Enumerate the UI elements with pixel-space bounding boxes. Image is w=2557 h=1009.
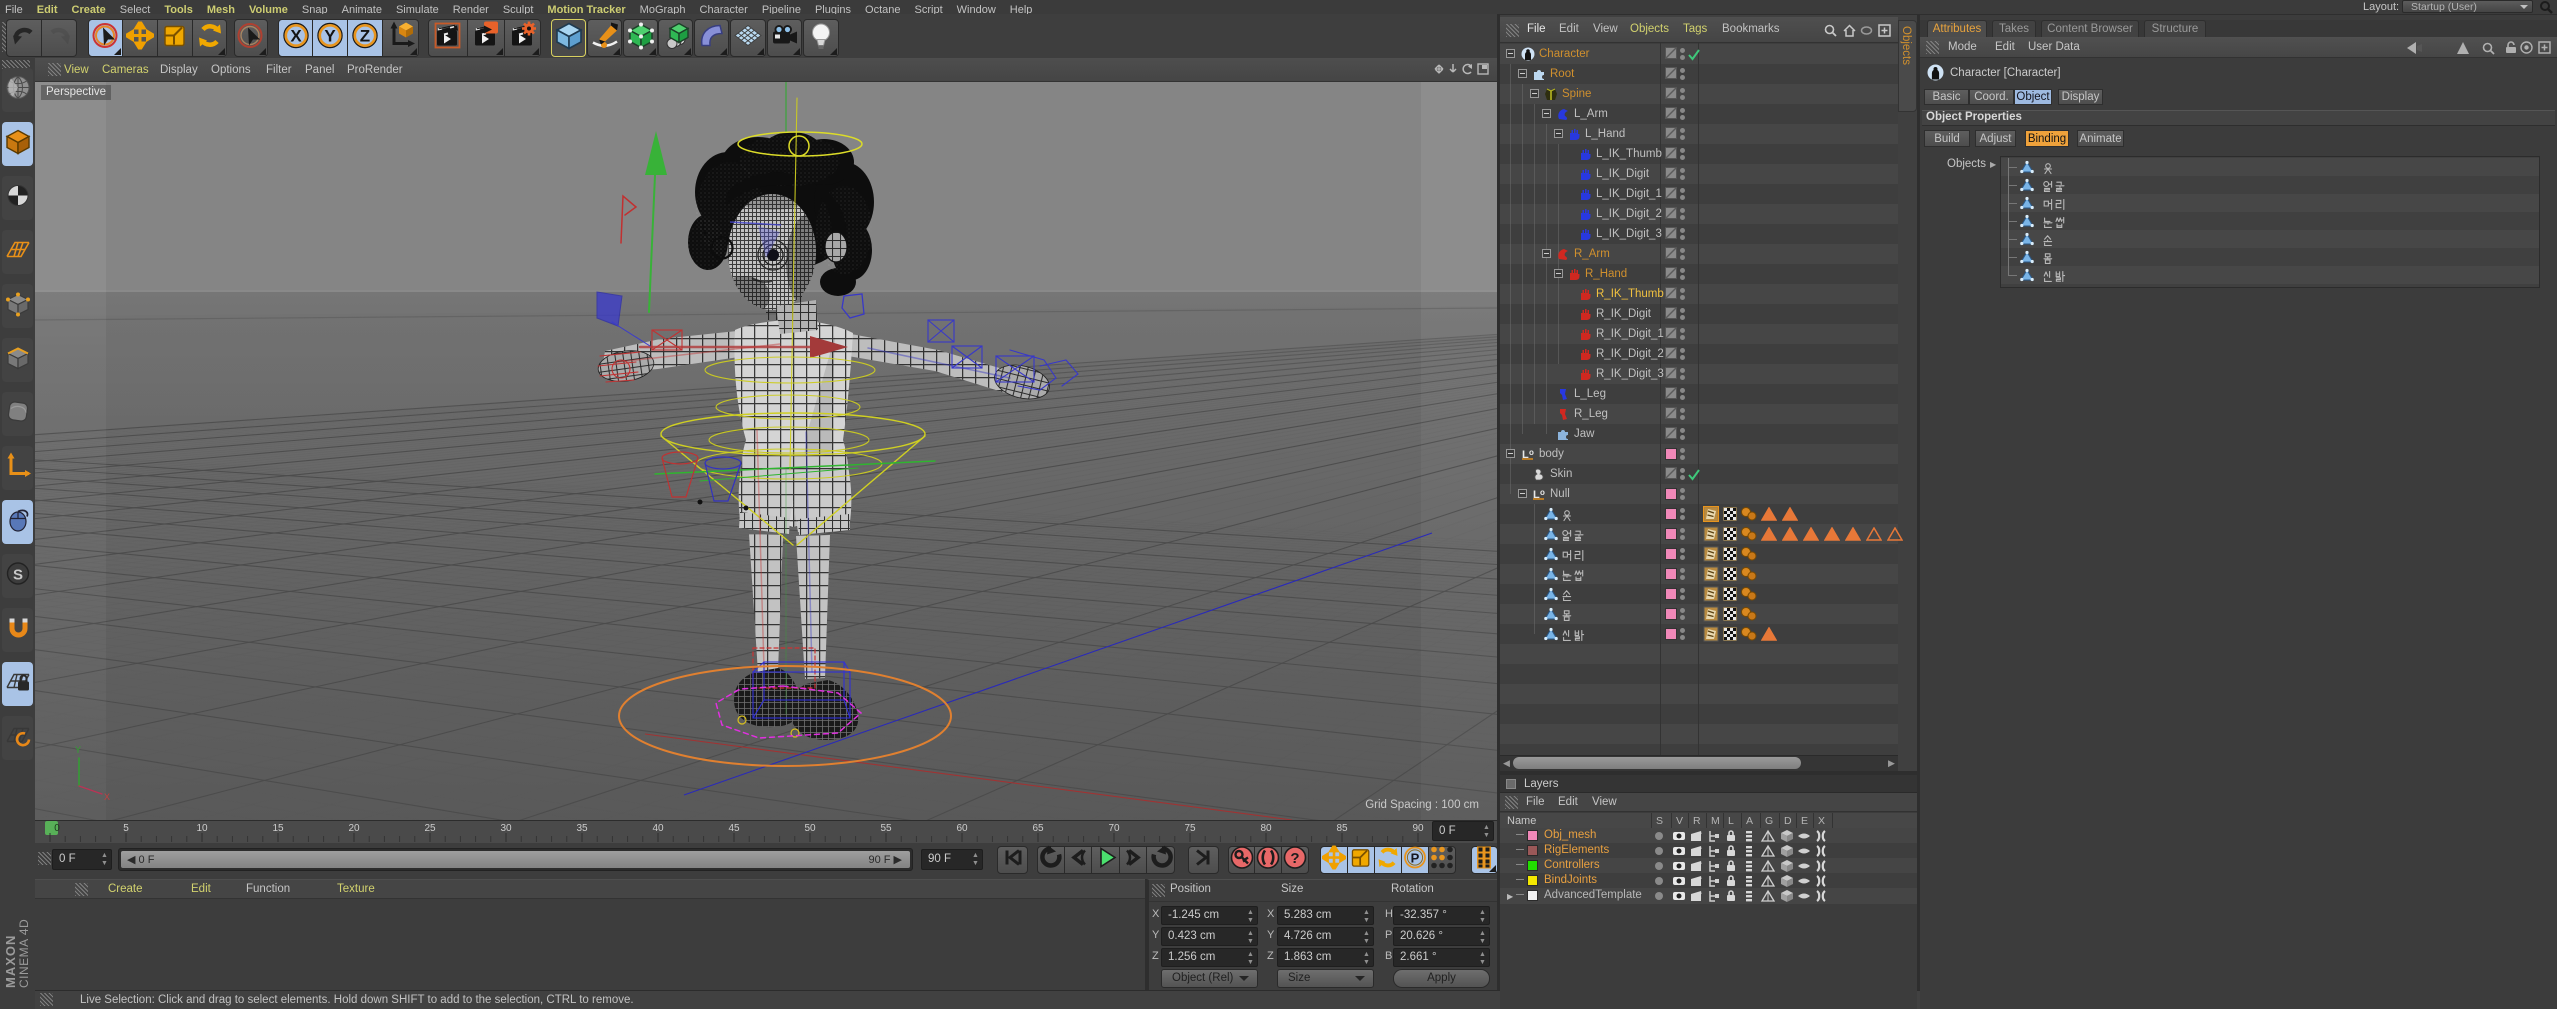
svg-text:30: 30 (500, 823, 512, 834)
svg-text:Y: Y (75, 745, 81, 755)
svg-text:P: P (1411, 851, 1420, 866)
svg-text:o: o (1529, 448, 1534, 457)
svg-text:35: 35 (576, 823, 588, 834)
svg-text:65: 65 (1032, 823, 1044, 834)
svg-text:50: 50 (804, 823, 816, 834)
svg-text:25: 25 (424, 823, 436, 834)
svg-text:45: 45 (728, 823, 740, 834)
svg-text:85: 85 (1336, 823, 1348, 834)
svg-text:40: 40 (652, 823, 664, 834)
svg-text:60: 60 (956, 823, 968, 834)
svg-text:70: 70 (1108, 823, 1120, 834)
svg-text:20: 20 (348, 823, 360, 834)
svg-text:X: X (104, 792, 110, 802)
svg-text:Y: Y (324, 27, 336, 46)
svg-text:75: 75 (1184, 823, 1196, 834)
svg-text:Grid Spacing : 100 cm: Grid Spacing : 100 cm (1365, 799, 1479, 811)
svg-text:80: 80 (1260, 823, 1272, 834)
svg-text:Z: Z (360, 27, 370, 46)
svg-text:55: 55 (880, 823, 892, 834)
svg-text:S: S (12, 567, 22, 584)
svg-text:?: ? (1290, 850, 1299, 867)
svg-text:10: 10 (196, 823, 208, 834)
svg-text:90: 90 (1412, 823, 1424, 834)
svg-text:5: 5 (123, 823, 129, 834)
svg-text:o: o (1540, 488, 1545, 497)
svg-text:X: X (290, 27, 302, 46)
svg-text:15: 15 (272, 823, 284, 834)
svg-text:0: 0 (54, 823, 60, 834)
